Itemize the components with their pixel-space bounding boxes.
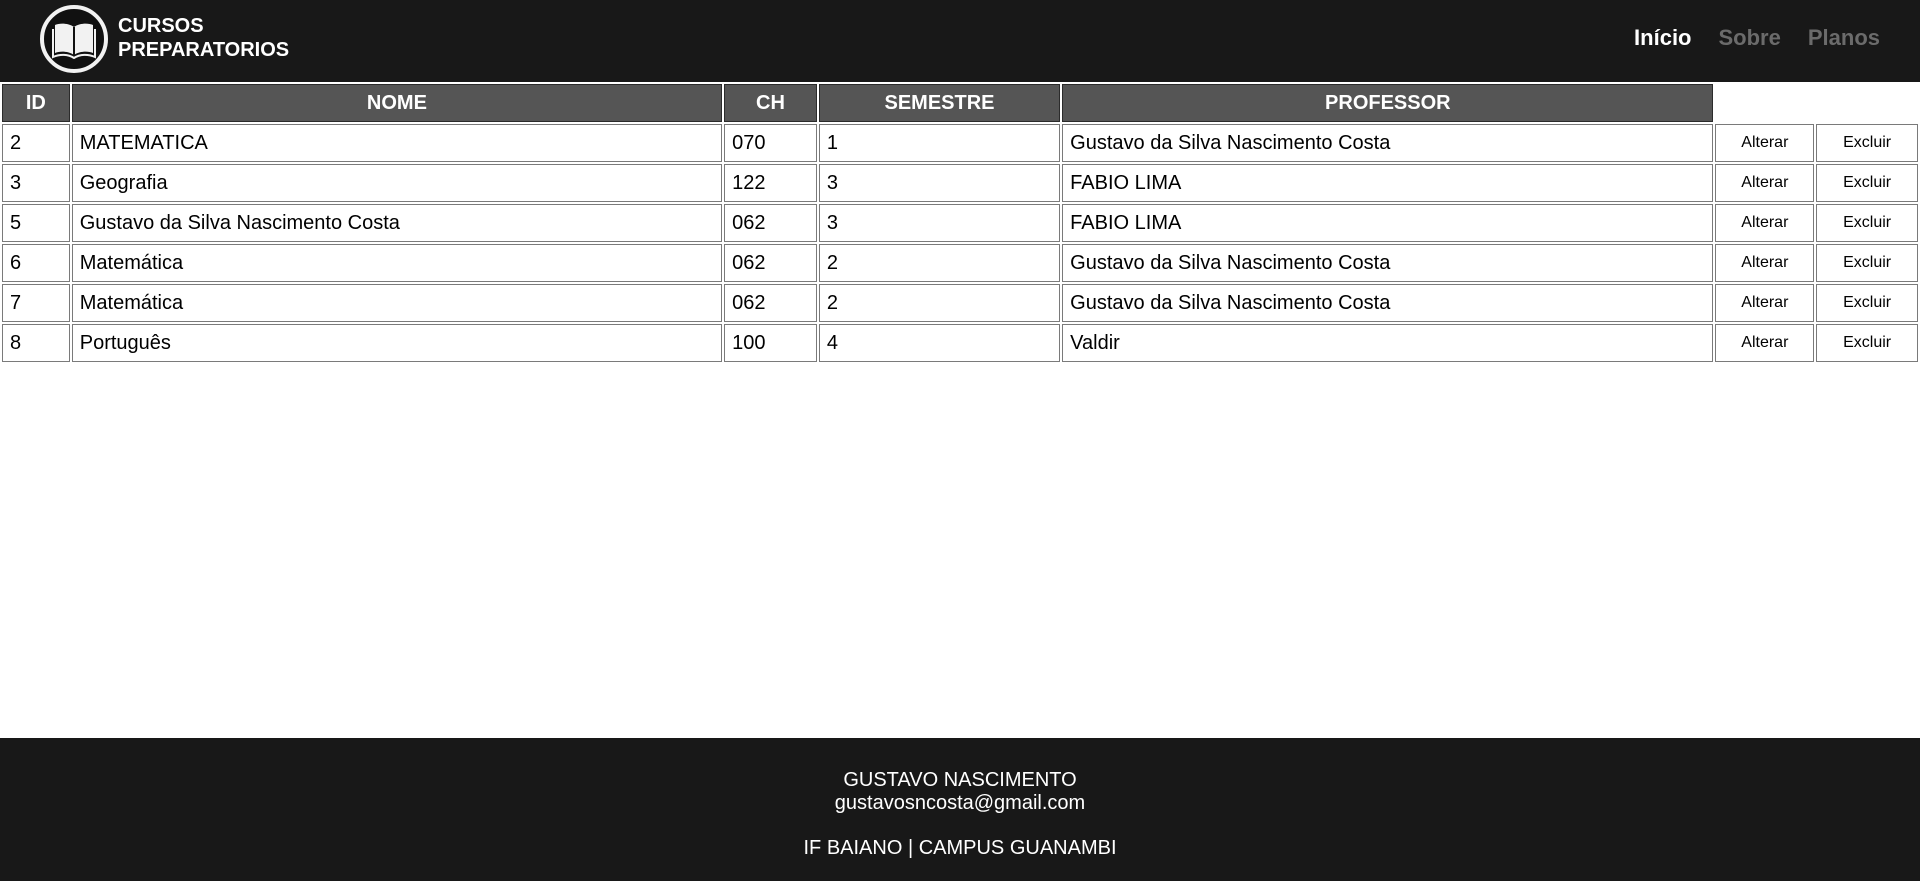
- brand-name: CURSOS PREPARATORIOS: [118, 14, 289, 62]
- column-header-nome: NOME: [71, 84, 723, 122]
- footer-author-name: GUSTAVO NASCIMENTO: [843, 769, 1077, 791]
- delete-button[interactable]: Excluir: [1816, 244, 1918, 282]
- cell-semestre: 3: [818, 204, 1061, 242]
- site-footer: GUSTAVO NASCIMENTO gustavosncosta@gmail.…: [0, 738, 1920, 881]
- delete-button[interactable]: Excluir: [1816, 164, 1918, 202]
- delete-button[interactable]: Excluir: [1816, 324, 1918, 362]
- cell-nome: Gustavo da Silva Nascimento Costa: [71, 204, 723, 242]
- delete-button[interactable]: Excluir: [1816, 124, 1918, 162]
- cell-ch: 070: [724, 124, 817, 162]
- cell-nome: Geografia: [71, 164, 723, 202]
- cell-semestre: 2: [818, 284, 1061, 322]
- cell-semestre: 1: [818, 124, 1061, 162]
- delete-cell: Excluir: [1816, 244, 1918, 282]
- cell-ch: 100: [724, 324, 817, 362]
- nav-sobre[interactable]: Sobre: [1719, 24, 1781, 52]
- cell-nome: MATEMATICA: [71, 124, 723, 162]
- nav-planos[interactable]: Planos: [1808, 24, 1880, 52]
- delete-cell: Excluir: [1816, 204, 1918, 242]
- cell-semestre: 2: [818, 244, 1061, 282]
- table-row: 5 Gustavo da Silva Nascimento Costa 062 …: [2, 204, 1918, 242]
- delete-button[interactable]: Excluir: [1816, 204, 1918, 242]
- cell-ch: 122: [724, 164, 817, 202]
- table-row: 3 Geografia 122 3 FABIO LIMA Alterar Exc…: [2, 164, 1918, 202]
- cell-professor: Gustavo da Silva Nascimento Costa: [1062, 124, 1714, 162]
- delete-cell: Excluir: [1816, 324, 1918, 362]
- cell-nome: Matemática: [71, 244, 723, 282]
- alter-button[interactable]: Alterar: [1715, 204, 1815, 242]
- cell-professor: FABIO LIMA: [1062, 164, 1714, 202]
- cell-semestre: 3: [818, 164, 1061, 202]
- cell-nome: Português: [71, 324, 723, 362]
- delete-button[interactable]: Excluir: [1816, 284, 1918, 322]
- alter-cell: Alterar: [1715, 244, 1815, 282]
- footer-email: gustavosncosta@gmail.com: [834, 792, 1086, 814]
- cell-id: 3: [2, 164, 70, 202]
- cell-ch: 062: [724, 244, 817, 282]
- nav-inicio[interactable]: Início: [1634, 24, 1691, 52]
- cell-id: 5: [2, 204, 70, 242]
- alter-button[interactable]: Alterar: [1715, 244, 1815, 282]
- table-row: 2 MATEMATICA 070 1 Gustavo da Silva Nasc…: [2, 124, 1918, 162]
- cell-professor: Gustavo da Silva Nascimento Costa: [1062, 244, 1714, 282]
- cell-professor: FABIO LIMA: [1062, 204, 1714, 242]
- column-header-semestre: SEMESTRE: [818, 84, 1061, 122]
- cell-id: 7: [2, 284, 70, 322]
- column-header-ch: CH: [724, 84, 817, 122]
- table-row: 6 Matemática 062 2 Gustavo da Silva Nasc…: [2, 244, 1918, 282]
- table-row: 8 Português 100 4 Valdir Alterar Excluir: [2, 324, 1918, 362]
- cell-nome: Matemática: [71, 284, 723, 322]
- alter-cell: Alterar: [1715, 204, 1815, 242]
- cell-id: 6: [2, 244, 70, 282]
- table-header-row: ID NOME CH SEMESTRE PROFESSOR: [2, 84, 1918, 122]
- cell-professor: Gustavo da Silva Nascimento Costa: [1062, 284, 1714, 322]
- cell-id: 2: [2, 124, 70, 162]
- column-header-professor: PROFESSOR: [1062, 84, 1714, 122]
- site-header: CURSOS PREPARATORIOS Início Sobre Planos: [0, 0, 1920, 82]
- alter-cell: Alterar: [1715, 124, 1815, 162]
- delete-cell: Excluir: [1816, 164, 1918, 202]
- footer-institution: IF BAIANO | CAMPUS GUANAMBI: [803, 837, 1117, 859]
- alter-button[interactable]: Alterar: [1715, 324, 1815, 362]
- main-nav: Início Sobre Planos: [1634, 24, 1880, 52]
- courses-table: ID NOME CH SEMESTRE PROFESSOR 2 MATEMATI…: [0, 82, 1920, 364]
- cell-id: 8: [2, 324, 70, 362]
- cell-semestre: 4: [818, 324, 1061, 362]
- brand-line-2: PREPARATORIOS: [118, 39, 290, 61]
- cell-ch: 062: [724, 284, 817, 322]
- alter-button[interactable]: Alterar: [1715, 284, 1815, 322]
- alter-cell: Alterar: [1715, 324, 1815, 362]
- alter-cell: Alterar: [1715, 164, 1815, 202]
- delete-cell: Excluir: [1816, 124, 1918, 162]
- open-book-icon[interactable]: [40, 5, 108, 73]
- brand-line-1: CURSOS: [118, 15, 204, 37]
- alter-button[interactable]: Alterar: [1715, 164, 1815, 202]
- delete-cell: Excluir: [1816, 284, 1918, 322]
- alter-cell: Alterar: [1715, 284, 1815, 322]
- table-row: 7 Matemática 062 2 Gustavo da Silva Nasc…: [2, 284, 1918, 322]
- cell-professor: Valdir: [1062, 324, 1714, 362]
- alter-button[interactable]: Alterar: [1715, 124, 1815, 162]
- column-header-id: ID: [2, 84, 70, 122]
- cell-ch: 062: [724, 204, 817, 242]
